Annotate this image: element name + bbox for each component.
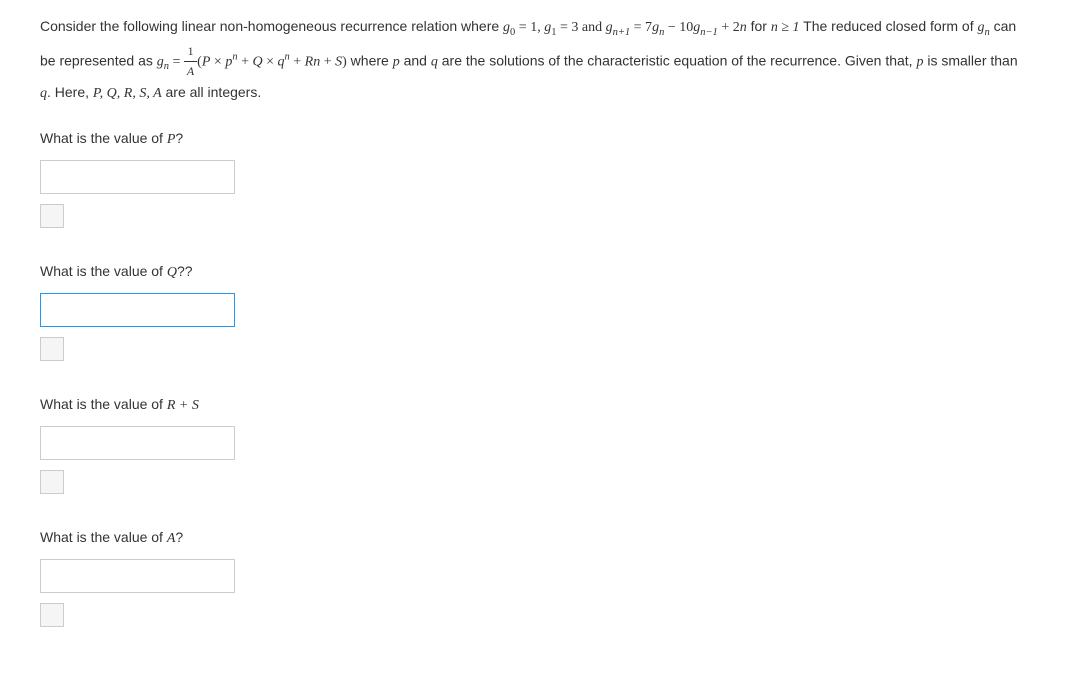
answer-input-q[interactable] <box>40 293 235 327</box>
question-p-label: What is the value of P? <box>40 130 1032 148</box>
answer-input-a[interactable] <box>40 559 235 593</box>
question-a: What is the value of A? <box>40 529 1032 627</box>
question-rs-label: What is the value of R + S <box>40 396 1032 414</box>
question-p: What is the value of P? <box>40 130 1032 228</box>
checkbox-a[interactable] <box>40 603 64 627</box>
fraction: 1A <box>184 42 197 81</box>
question-q-label: What is the value of Q?? <box>40 263 1032 281</box>
question-a-label: What is the value of A? <box>40 529 1032 547</box>
answer-input-rs[interactable] <box>40 426 235 460</box>
question-q: What is the value of Q?? <box>40 263 1032 361</box>
checkbox-p[interactable] <box>40 204 64 228</box>
problem-statement: Consider the following linear non-homoge… <box>40 15 1032 105</box>
question-rs: What is the value of R + S <box>40 396 1032 494</box>
answer-input-p[interactable] <box>40 160 235 194</box>
checkbox-q[interactable] <box>40 337 64 361</box>
intro-text: Consider the following linear non-homoge… <box>40 18 503 34</box>
checkbox-rs[interactable] <box>40 470 64 494</box>
